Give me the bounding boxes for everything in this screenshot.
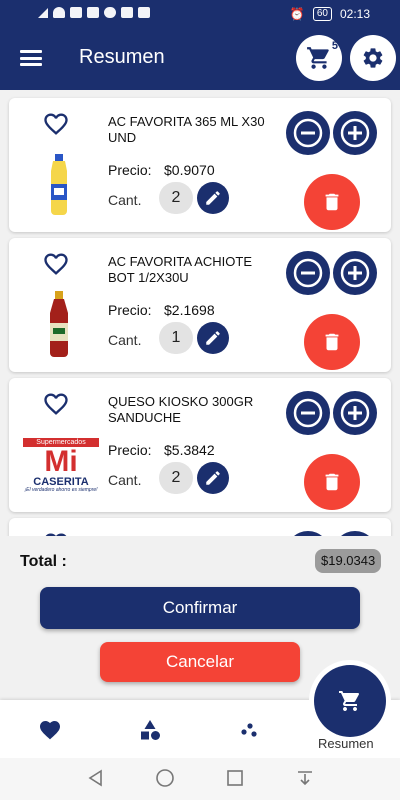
decrease-quantity-button[interactable] <box>286 111 330 155</box>
edit-quantity-button[interactable] <box>197 322 229 354</box>
trash-icon <box>325 193 339 211</box>
status-bar: ⏰ 60 02:13 <box>0 0 400 28</box>
alarm-icon: ⏰ <box>289 7 305 21</box>
price-value: $5.3842 <box>164 442 215 458</box>
cart-count-badge: 5 <box>331 40 338 52</box>
pencil-icon <box>206 331 220 345</box>
trash-icon <box>325 333 339 351</box>
settings-button[interactable] <box>350 35 396 81</box>
menu-icon[interactable] <box>20 50 42 66</box>
minus-circle-icon <box>293 398 323 428</box>
plus-circle-icon <box>340 258 370 288</box>
facebook-icon <box>121 7 133 18</box>
delete-item-button[interactable] <box>304 314 360 370</box>
plus-circle-icon <box>340 118 370 148</box>
confirm-button[interactable]: Confirmar <box>40 587 360 629</box>
twitter-icon <box>104 7 116 18</box>
system-navigation-bar <box>0 758 400 800</box>
clock: 02:13 <box>339 7 370 21</box>
quantity-label: Cant. <box>108 192 142 208</box>
price-label: Precio: <box>108 302 152 318</box>
back-icon[interactable] <box>86 768 106 788</box>
shapes-icon <box>141 720 160 740</box>
minus-circle-icon <box>293 258 323 288</box>
nav-points[interactable] <box>234 715 264 745</box>
cart-item-card: Supermercados Mi CASERITA ¡El verdadero … <box>9 378 391 512</box>
gear-icon <box>363 48 383 68</box>
pencil-icon <box>206 191 220 205</box>
product-name: QUESO KIOSKO 300GR SANDUCHE <box>108 394 254 425</box>
home-icon[interactable] <box>155 768 175 788</box>
quantity-label: Cant. <box>108 472 142 488</box>
logo-line-3: CASERITA <box>33 475 89 488</box>
total-value-badge: $19.0343 <box>315 549 382 573</box>
nav-favorites[interactable] <box>35 715 65 745</box>
status-left-icons <box>38 7 150 18</box>
plus-circle-icon <box>340 398 370 428</box>
heart-icon <box>40 721 60 740</box>
nav-resumen-label: Resumen <box>318 736 374 751</box>
image-icon-2 <box>138 7 150 18</box>
price-value: $0.9070 <box>164 162 215 178</box>
recents-icon[interactable] <box>225 768 245 788</box>
heart-outline-icon[interactable] <box>41 390 71 418</box>
status-right: ⏰ 60 02:13 <box>290 7 370 21</box>
trash-icon <box>325 473 339 491</box>
cart-item-card: AC FAVORITA 365 ML X30 UND Precio: $0.90… <box>9 98 391 232</box>
price-value: $2.1698 <box>164 302 215 318</box>
logo-line-2: Mi <box>44 444 78 478</box>
quantity-value: 2 <box>159 182 193 214</box>
wifi-icon <box>53 7 65 18</box>
minus-circle-icon <box>293 118 323 148</box>
cart-item-card-partial <box>9 518 391 536</box>
edit-quantity-button[interactable] <box>197 182 229 214</box>
nav-resumen-fab[interactable] <box>314 665 386 737</box>
increase-quantity-button[interactable] <box>333 391 377 435</box>
battery-indicator: 60 <box>312 7 332 21</box>
cancel-button[interactable]: Cancelar <box>100 642 300 682</box>
quantity-value: 1 <box>159 322 193 354</box>
decrease-quantity-button[interactable] <box>286 391 330 435</box>
mi-caserita-logo: Supermercados Mi CASERITA ¡El verdadero … <box>23 426 99 504</box>
dots-icon <box>241 723 257 737</box>
total-label: Total : <box>20 553 67 570</box>
product-image-oil-bottle <box>29 146 89 224</box>
cart-button[interactable]: 5 <box>296 35 342 81</box>
delete-item-button[interactable] <box>304 174 360 230</box>
product-name: AC FAVORITA ACHIOTE BOT 1/2X30U <box>108 254 252 285</box>
quantity-value: 2 <box>159 462 193 494</box>
decrease-quantity-button[interactable] <box>286 251 330 295</box>
increase-quantity-button[interactable] <box>333 111 377 155</box>
cart-item-card: AC FAVORITA ACHIOTE BOT 1/2X30U Precio: … <box>9 238 391 372</box>
edit-quantity-button[interactable] <box>197 462 229 494</box>
cart-icon <box>339 691 360 711</box>
product-image-achiote-bottle <box>29 286 89 364</box>
logo-tagline: ¡El verdadero ahorro es siempre! <box>24 486 98 493</box>
heart-outline-icon[interactable] <box>41 250 71 278</box>
cart-icon <box>307 47 329 69</box>
mail-icon <box>87 7 99 18</box>
cart-item-list[interactable]: AC FAVORITA 365 ML X30 UND Precio: $0.90… <box>0 90 400 536</box>
price-label: Precio: <box>108 162 152 178</box>
page-title: Resumen <box>79 46 165 68</box>
heart-outline-icon[interactable] <box>41 110 71 138</box>
signal-icon <box>38 7 48 18</box>
quantity-label: Cant. <box>108 332 142 348</box>
increase-quantity-button[interactable] <box>333 251 377 295</box>
pencil-icon <box>206 471 220 485</box>
app-bar: Resumen 5 <box>0 28 400 90</box>
nav-categories[interactable] <box>135 715 165 745</box>
notification-pull-icon[interactable] <box>295 768 315 788</box>
delete-item-button[interactable] <box>304 454 360 510</box>
product-name: AC FAVORITA 365 ML X30 UND <box>108 114 265 145</box>
image-icon <box>70 7 82 18</box>
price-label: Precio: <box>108 442 152 458</box>
